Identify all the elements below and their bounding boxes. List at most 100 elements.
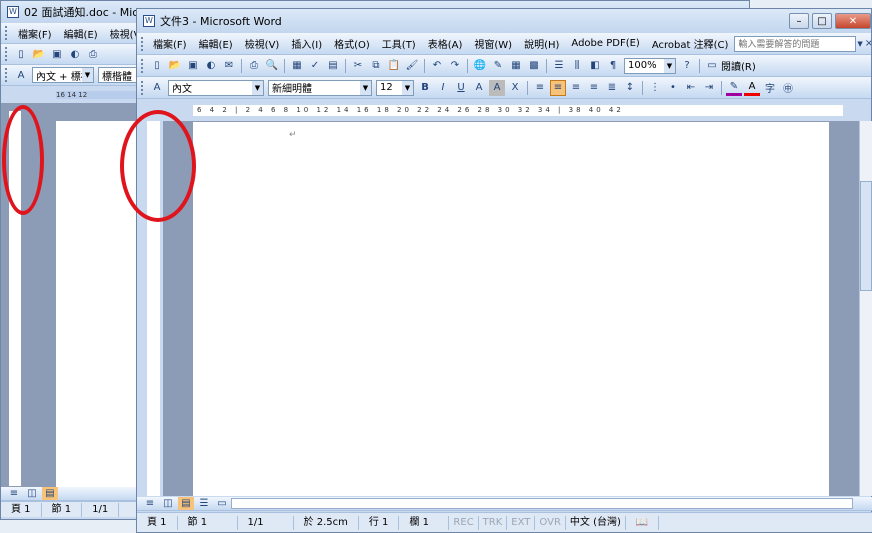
paste-icon[interactable]: 📋 bbox=[386, 58, 402, 74]
document-map-icon[interactable]: ◧ bbox=[587, 58, 603, 74]
back-style-box[interactable]: 內文 + 標楷 ▼ bbox=[32, 67, 94, 83]
print-icon[interactable]: ⎙ bbox=[246, 58, 262, 74]
styles-icon[interactable]: A bbox=[149, 80, 165, 96]
align-center-icon[interactable]: ≡ bbox=[568, 80, 584, 96]
italic-icon[interactable]: I bbox=[435, 80, 451, 96]
new-icon[interactable]: ▯ bbox=[13, 46, 29, 62]
character-scaling-icon[interactable]: X bbox=[507, 80, 523, 96]
open-icon[interactable]: 📂 bbox=[31, 46, 47, 62]
underline-icon[interactable]: U bbox=[453, 80, 469, 96]
menu-adobe-pdf[interactable]: Adobe PDF(E) bbox=[565, 38, 645, 49]
font-box[interactable]: 新細明體 ▼ bbox=[268, 79, 372, 96]
help-dropdown-icon[interactable]: ▼ bbox=[857, 36, 862, 52]
status-trk[interactable]: TRK bbox=[479, 515, 508, 530]
permission-icon[interactable]: ◐ bbox=[203, 58, 219, 74]
new-icon[interactable]: ▯ bbox=[149, 58, 165, 74]
normal-view-icon[interactable]: ≡ bbox=[142, 497, 158, 510]
drawing-icon[interactable]: ⫼ bbox=[569, 58, 585, 74]
columns-icon[interactable]: ☰ bbox=[551, 58, 567, 74]
help-icon[interactable]: ? bbox=[679, 58, 695, 74]
menu-insert[interactable]: 插入(I) bbox=[285, 36, 328, 51]
bullets-icon[interactable]: • bbox=[665, 80, 681, 96]
character-shading-icon[interactable]: A bbox=[489, 79, 505, 96]
menu-window[interactable]: 視窗(W) bbox=[468, 36, 518, 51]
back-menu-file[interactable]: 檔案(F) bbox=[12, 26, 58, 41]
hyperlink-icon[interactable]: 🌐 bbox=[472, 58, 488, 74]
status-ovr[interactable]: OVR bbox=[535, 515, 566, 530]
back-horizontal-ruler[interactable]: 16 14 12 bbox=[1, 89, 137, 101]
menu-table[interactable]: 表格(A) bbox=[422, 36, 469, 51]
menu-acrobat-comments[interactable]: Acrobat 注釋(C) bbox=[646, 36, 735, 51]
read-icon[interactable]: ▭ bbox=[704, 58, 720, 74]
vertical-scrollbar[interactable] bbox=[859, 121, 872, 496]
align-right-icon[interactable]: ≡ bbox=[586, 80, 602, 96]
line-spacing-icon[interactable]: ↕ bbox=[622, 80, 638, 96]
minimize-button[interactable]: – bbox=[789, 13, 809, 29]
character-border-icon[interactable]: A bbox=[471, 80, 487, 96]
back-font-box[interactable]: 標楷體 bbox=[98, 67, 138, 83]
save-icon[interactable]: ▣ bbox=[49, 46, 65, 62]
decrease-indent-icon[interactable]: ⇤ bbox=[683, 80, 699, 96]
maximize-button[interactable]: □ bbox=[812, 13, 832, 29]
justify-icon[interactable]: ≡ bbox=[532, 80, 548, 96]
scroll-thumb[interactable] bbox=[860, 181, 872, 291]
horizontal-ruler[interactable]: 6 4 2 | 2 4 6 8 10 12 14 16 18 20 22 24 … bbox=[145, 102, 865, 119]
status-language[interactable]: 中文 (台灣) bbox=[566, 515, 626, 530]
help-question-input[interactable] bbox=[734, 35, 857, 52]
menu-view[interactable]: 檢視(V) bbox=[239, 36, 286, 51]
save-icon[interactable]: ▣ bbox=[185, 58, 201, 74]
close-document-icon[interactable]: × bbox=[865, 36, 871, 52]
web-view-icon[interactable]: ◫ bbox=[24, 487, 40, 500]
print-layout-icon[interactable]: ▤ bbox=[178, 497, 194, 510]
increase-indent-icon[interactable]: ⇥ bbox=[701, 80, 717, 96]
format-painter-icon[interactable]: 🖌 bbox=[404, 58, 420, 74]
close-button[interactable]: ✕ bbox=[835, 13, 871, 29]
print-icon[interactable]: ⎙ bbox=[85, 46, 101, 62]
insert-excel-icon[interactable]: ▩ bbox=[526, 58, 542, 74]
permission-icon[interactable]: ◐ bbox=[67, 46, 83, 62]
status-ext[interactable]: EXT bbox=[507, 515, 536, 530]
menu-tools[interactable]: 工具(T) bbox=[376, 36, 422, 51]
reference-icon[interactable]: ▤ bbox=[325, 58, 341, 74]
insert-table-icon[interactable]: ▦ bbox=[508, 58, 524, 74]
menu-help[interactable]: 說明(H) bbox=[518, 36, 565, 51]
spelling-status-icon[interactable]: 📖 bbox=[626, 515, 660, 530]
enclose-characters-icon[interactable]: ㊥ bbox=[780, 80, 796, 96]
normal-view-icon[interactable]: ≡ bbox=[6, 487, 22, 500]
outline-view-icon[interactable]: ☰ bbox=[196, 497, 212, 510]
zoom-box[interactable]: 100% ▼ bbox=[624, 57, 676, 74]
bold-icon[interactable]: B bbox=[417, 80, 433, 96]
undo-icon[interactable]: ↶ bbox=[429, 58, 445, 74]
menu-format[interactable]: 格式(O) bbox=[328, 36, 376, 51]
menu-edit[interactable]: 編輯(E) bbox=[193, 36, 239, 51]
print-preview-icon[interactable]: 🔍 bbox=[264, 58, 280, 74]
web-view-icon[interactable]: ◫ bbox=[160, 497, 176, 510]
tables-borders-icon[interactable]: ✎ bbox=[490, 58, 506, 74]
status-rec[interactable]: REC bbox=[449, 515, 479, 530]
redo-icon[interactable]: ↷ bbox=[447, 58, 463, 74]
distributed-icon[interactable]: ≣ bbox=[604, 80, 620, 96]
open-icon[interactable]: 📂 bbox=[167, 58, 183, 74]
copy-icon[interactable]: ⧉ bbox=[368, 58, 384, 74]
align-left-icon[interactable]: ≡ bbox=[550, 79, 566, 96]
read-button[interactable]: 閱讀(R) bbox=[721, 58, 756, 73]
reading-view-icon[interactable]: ▭ bbox=[214, 497, 230, 510]
print-view-icon[interactable]: ▤ bbox=[42, 487, 58, 500]
show-hide-icon[interactable]: ¶ bbox=[605, 58, 621, 74]
font-color-icon[interactable]: A bbox=[744, 80, 760, 96]
cut-icon[interactable]: ✂ bbox=[350, 58, 366, 74]
document-page[interactable]: ↵ bbox=[193, 122, 829, 496]
standard-toolbar: ▯ 📂 ▣ ◐ ✉ ⎙ 🔍 ▦ ✓ ▤ ✂ ⧉ 📋 🖌 ↶ ↷ 🌐 ✎ ▦ ▩ ☰ ⫼ ◧ ¶ 100% ▼ ? ▭… bbox=[137, 55, 871, 77]
phonetic-guide-icon[interactable]: 字 bbox=[762, 80, 778, 96]
numbering-icon[interactable]: ⋮ bbox=[647, 80, 663, 96]
style-box[interactable]: 內文 ▼ bbox=[168, 79, 264, 96]
back-menu-edit[interactable]: 編輯(E) bbox=[58, 26, 104, 41]
research-icon[interactable]: ▦ bbox=[289, 58, 305, 74]
spelling-icon[interactable]: ✓ bbox=[307, 58, 323, 74]
email-icon[interactable]: ✉ bbox=[221, 58, 237, 74]
styles-icon[interactable]: A bbox=[13, 67, 29, 83]
menu-file[interactable]: 檔案(F) bbox=[147, 36, 193, 51]
font-size-box[interactable]: 12 ▼ bbox=[376, 79, 414, 96]
highlight-icon[interactable]: ✎ bbox=[726, 80, 742, 96]
horizontal-scrollbar[interactable] bbox=[231, 498, 853, 509]
